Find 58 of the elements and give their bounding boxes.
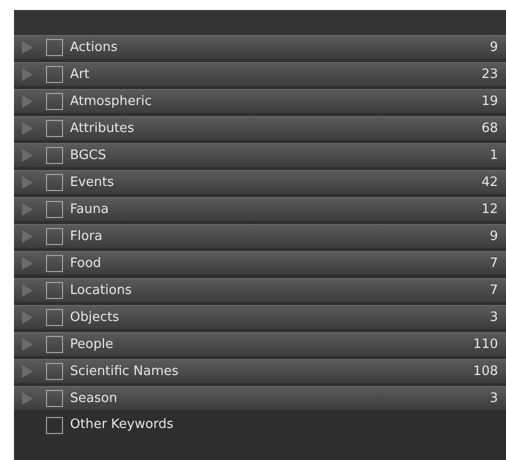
- category-row[interactable]: Fauna 12: [14, 197, 506, 221]
- category-label: Art: [70, 66, 90, 84]
- count-label: 9: [490, 228, 498, 246]
- category-label: Locations: [70, 282, 132, 300]
- category-label: Objects: [70, 308, 120, 327]
- count-label: 108: [473, 362, 498, 381]
- count-label: 110: [473, 336, 498, 354]
- count-label: 19: [481, 92, 498, 111]
- category-row[interactable]: Food 7: [14, 251, 506, 275]
- checkbox[interactable]: [46, 201, 63, 218]
- checkbox[interactable]: [46, 363, 63, 380]
- category-label: Flora: [70, 228, 102, 246]
- category-row[interactable]: People 110: [14, 332, 506, 356]
- count-label: 3: [490, 390, 498, 408]
- category-row[interactable]: Season 3: [14, 386, 506, 410]
- category-label: Season: [70, 390, 118, 408]
- count-label: 9: [490, 38, 498, 57]
- count-label: 7: [490, 282, 498, 300]
- category-row[interactable]: Objects 3: [14, 305, 506, 329]
- category-row[interactable]: Locations 7: [14, 278, 506, 302]
- category-row[interactable]: Atmospheric 19: [14, 89, 506, 113]
- category-row[interactable]: BGCS 1: [14, 143, 506, 167]
- checkbox[interactable]: [46, 390, 63, 407]
- checkbox[interactable]: [46, 174, 63, 191]
- count-label: 23: [481, 66, 498, 84]
- count-label: 1: [490, 146, 498, 165]
- checkbox[interactable]: [46, 120, 63, 137]
- category-label: BGCS: [70, 146, 106, 165]
- count-label: 42: [481, 174, 498, 192]
- checkbox[interactable]: [46, 336, 63, 353]
- count-label: 3: [490, 308, 498, 327]
- count-label: 12: [481, 200, 498, 219]
- category-row[interactable]: Attributes 68: [14, 116, 506, 140]
- category-label: People: [70, 336, 114, 354]
- category-label: Events: [70, 174, 114, 192]
- category-label: Food: [70, 254, 102, 273]
- checkbox[interactable]: [46, 416, 63, 434]
- checkbox[interactable]: [46, 255, 63, 272]
- category-row[interactable]: Events 42: [14, 170, 506, 194]
- category-label: Attributes: [70, 120, 134, 138]
- checkbox[interactable]: [46, 39, 63, 56]
- checkbox[interactable]: [46, 309, 63, 326]
- category-label: Scientific Names: [70, 362, 179, 381]
- checkbox[interactable]: [46, 228, 63, 245]
- category-row[interactable]: Flora 9: [14, 224, 506, 248]
- checkbox[interactable]: [46, 66, 63, 83]
- checkbox[interactable]: [46, 93, 63, 110]
- category-label: Other Keywords: [70, 416, 174, 434]
- category-row[interactable]: Scientific Names 108: [14, 359, 506, 383]
- category-row[interactable]: Art 23: [14, 62, 506, 86]
- category-label: Fauna: [70, 200, 109, 219]
- count-label: 68: [481, 120, 498, 138]
- category-label: Actions: [70, 38, 118, 57]
- count-label: 7: [490, 254, 498, 273]
- checkbox[interactable]: [46, 282, 63, 299]
- checkbox[interactable]: [46, 147, 63, 164]
- category-row[interactable]: Actions 9: [14, 35, 506, 59]
- category-label: Atmospheric: [70, 92, 152, 111]
